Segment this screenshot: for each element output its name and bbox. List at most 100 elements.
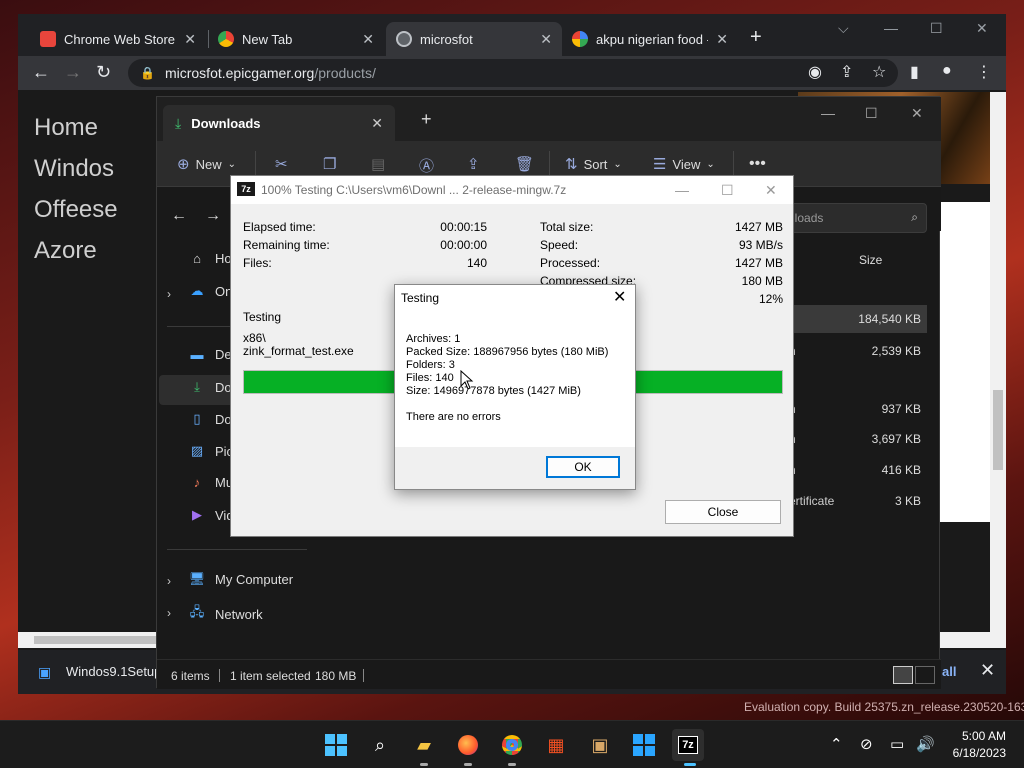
bookmark-star-icon[interactable]: ☆ — [872, 62, 886, 82]
kebab-menu-icon[interactable]: ⋮ — [976, 62, 992, 82]
close-icon[interactable]: ✕ — [911, 105, 923, 122]
sort-button[interactable]: ⇅ Sort ⌄ — [565, 155, 622, 173]
vertical-scrollbar[interactable] — [990, 92, 1006, 632]
clock-time[interactable]: 5:00 AM — [948, 729, 1006, 743]
download-icon: ⤓ — [194, 379, 200, 394]
nav-item-network[interactable]: 🖧 Network — [187, 603, 263, 625]
nav-link-windos[interactable]: Windos — [34, 155, 114, 183]
close-icon[interactable]: ✕ — [976, 20, 988, 37]
explorer-status-bar: 6 items 1 item selected 180 MB — [157, 659, 941, 689]
lock-icon[interactable]: 🔒 — [140, 66, 155, 80]
file-row[interactable]: n 937 KB — [777, 395, 927, 423]
copy-button[interactable]: ❐ — [323, 155, 342, 173]
minimize-icon[interactable]: — — [884, 20, 898, 36]
display-icon[interactable]: ▭ — [890, 735, 904, 753]
rename-button[interactable]: Ⓐ — [419, 155, 440, 176]
address-bar[interactable]: 🔒 microsfot.epicgamer.org/products/ — [128, 59, 898, 87]
forward-arrow-icon[interactable]: → — [205, 207, 221, 225]
sevenzip-logo: 7z — [678, 736, 698, 754]
close-icon[interactable]: ✕ — [362, 31, 374, 48]
search-input[interactable]: nloads ⌕ — [777, 203, 927, 233]
maximize-icon[interactable]: ☐ — [930, 20, 943, 37]
google-lens-icon[interactable]: ◉ — [808, 62, 822, 82]
clock-date[interactable]: 6/18/2023 — [930, 746, 1006, 760]
maximize-icon[interactable]: ☐ — [721, 182, 734, 199]
firefox-icon[interactable] — [452, 729, 484, 761]
close-icon[interactable]: ✕ — [716, 31, 728, 48]
chevron-right-icon[interactable]: › — [167, 287, 171, 301]
side-panel-icon[interactable]: ▮ — [910, 62, 919, 82]
network-disconnected-icon[interactable]: ⊘ — [860, 735, 873, 753]
chrome-icon[interactable] — [496, 729, 528, 761]
new-tab-button[interactable]: + — [421, 109, 432, 130]
file-row[interactable]: 184,540 KB — [777, 305, 927, 333]
close-icon[interactable]: ✕ — [184, 31, 196, 48]
scrollbar-thumb[interactable] — [993, 390, 1003, 470]
new-button[interactable]: ⊕ New ⌄ — [177, 155, 236, 173]
file-row[interactable]: n 3,697 KB — [777, 425, 927, 453]
nav-item-my-computer[interactable]: 🖥 My Computer — [187, 571, 293, 587]
chevron-up-icon[interactable]: ⌃ — [830, 735, 843, 753]
store-icon[interactable]: ▦ — [540, 729, 572, 761]
back-arrow-icon[interactable]: ← — [171, 207, 187, 225]
tab-downloads[interactable]: ⤓ Downloads ✕ — [163, 105, 395, 141]
result-message: There are no errors — [406, 411, 501, 423]
compression-ratio: 12% — [758, 292, 783, 306]
show-all-button[interactable]: all — [942, 664, 956, 679]
back-arrow-icon[interactable]: ← — [32, 62, 50, 83]
file-size: 937 KB — [881, 402, 921, 416]
minimize-icon[interactable]: — — [675, 182, 689, 198]
download-item[interactable]: Windos9.1Setup — [66, 664, 161, 679]
share-button[interactable]: ⇪ — [467, 155, 486, 173]
file-row[interactable]: n 416 KB — [777, 456, 927, 484]
files-label: Files: — [243, 256, 272, 270]
close-icon[interactable]: ✕ — [980, 660, 995, 681]
remaining-time-label: Remaining time: — [243, 238, 330, 252]
minimize-icon[interactable]: — — [821, 105, 835, 121]
chevron-right-icon[interactable]: › — [167, 574, 171, 588]
paste-button[interactable]: ▤ — [371, 155, 391, 173]
cut-button[interactable]: ✂ — [275, 155, 294, 173]
compressed-size-value: 180 MB — [741, 274, 783, 288]
reload-icon[interactable]: ↻ — [96, 62, 111, 83]
windows-logo-icon[interactable] — [628, 729, 660, 761]
tab-chrome-web-store[interactable]: Chrome Web Store - ✕ — [30, 22, 206, 56]
chevron-down-icon[interactable]: ⌵ — [838, 20, 849, 37]
forward-arrow-icon[interactable]: → — [64, 62, 82, 83]
chevron-right-icon[interactable]: › — [167, 606, 171, 620]
nav-link-home[interactable]: Home — [34, 114, 98, 142]
nav-link-azore[interactable]: Azore — [34, 237, 97, 265]
file-row[interactable]: ertificate 3 KB — [777, 487, 927, 515]
close-icon[interactable]: ✕ — [613, 287, 626, 307]
nav-link-offeese[interactable]: Offeese — [34, 196, 118, 224]
tab-new-tab[interactable]: New Tab ✕ — [208, 22, 384, 56]
file-row[interactable]: n 2,539 KB — [777, 337, 927, 365]
speed-value: 93 MB/s — [738, 238, 783, 252]
start-icon[interactable] — [320, 729, 352, 761]
close-icon[interactable]: ✕ — [371, 115, 383, 132]
view-button[interactable]: ☰ View ⌄ — [653, 155, 715, 173]
ok-button[interactable]: OK — [546, 456, 620, 478]
maximize-icon[interactable]: ☐ — [865, 105, 878, 122]
testing-result-dialog: Testing ✕ Archives: 1 Packed Size: 18896… — [394, 284, 636, 490]
processed-value: 1427 MB — [734, 256, 783, 270]
sevenzip-icon[interactable]: 7z — [672, 729, 704, 761]
tiles-view-icon[interactable] — [915, 666, 935, 684]
new-tab-button[interactable]: + — [750, 26, 762, 49]
details-view-icon[interactable] — [893, 666, 913, 684]
package-icon[interactable]: ▣ — [584, 729, 616, 761]
tab-akpu-search[interactable]: akpu nigerian food - ✕ — [562, 22, 738, 56]
close-icon[interactable]: ✕ — [540, 31, 552, 48]
delete-button[interactable]: 🗑 — [515, 155, 540, 173]
close-icon[interactable]: ✕ — [765, 182, 777, 199]
share-icon[interactable]: ⇪ — [840, 62, 853, 82]
file-explorer-icon[interactable]: ▰ — [408, 729, 440, 761]
more-options-icon[interactable]: ••• — [749, 155, 766, 173]
close-button[interactable]: Close — [665, 500, 781, 524]
sevenzip-titlebar: 7z 100% Testing C:\Users\vm6\Downl ... 2… — [231, 176, 793, 204]
tab-microsfot[interactable]: microsfot ✕ — [386, 22, 562, 56]
download-icon: ⤓ — [175, 114, 182, 131]
search-icon[interactable]: ⌕ — [364, 729, 396, 761]
column-header-size[interactable]: Size — [859, 253, 882, 267]
profile-icon[interactable]: ● — [942, 62, 952, 80]
